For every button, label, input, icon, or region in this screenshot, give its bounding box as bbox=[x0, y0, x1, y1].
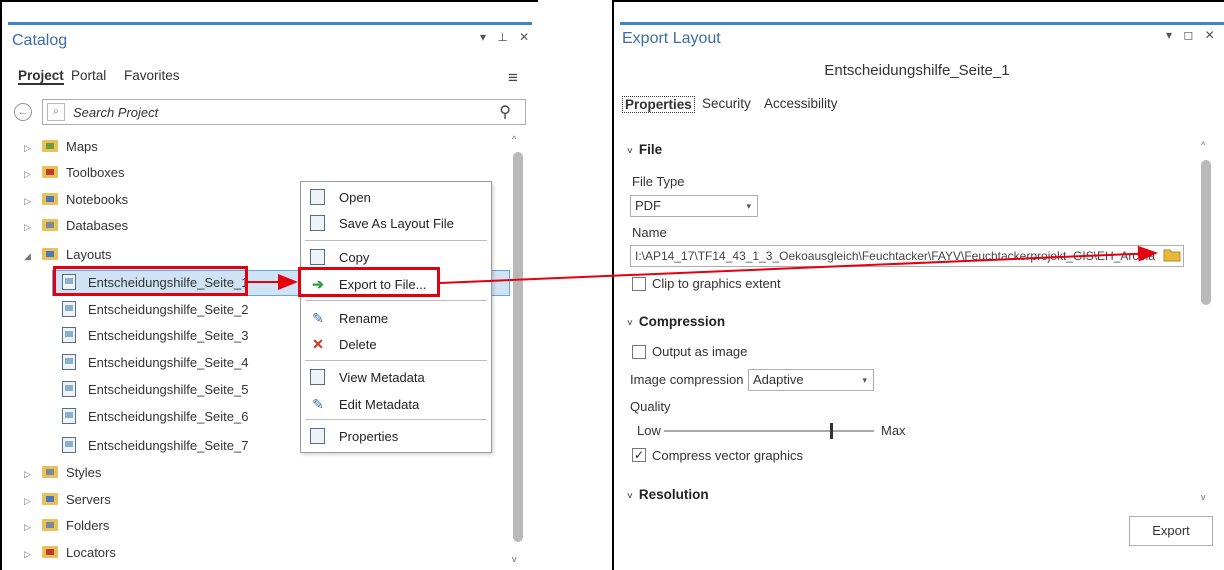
section-file[interactable]: ˅ File bbox=[627, 142, 662, 157]
recent-searches-icon[interactable]: ⌕ bbox=[47, 103, 65, 121]
quality-max-label: Max bbox=[881, 423, 906, 438]
context-menu: Open Save As Layout File Copy ➔ Export to… bbox=[300, 181, 492, 453]
layout-icon bbox=[62, 437, 76, 453]
quality-low-label: Low bbox=[637, 423, 661, 438]
quality-slider-thumb[interactable] bbox=[830, 423, 833, 439]
properties-icon bbox=[310, 428, 325, 444]
menu-item-view-metadata[interactable]: View Metadata bbox=[309, 366, 425, 390]
tab-security[interactable]: Security bbox=[702, 96, 751, 111]
clip-checkbox[interactable] bbox=[632, 277, 646, 291]
tree-item-layout-5[interactable]: Entscheidungshilfe_Seite_5 bbox=[62, 378, 248, 402]
folder-icon bbox=[42, 140, 58, 152]
quality-label: Quality bbox=[630, 399, 671, 414]
quality-slider[interactable] bbox=[664, 430, 874, 432]
search-icon[interactable]: ⚲ bbox=[499, 102, 511, 122]
tree-item-layout-6[interactable]: Entscheidungshilfe_Seite_6 bbox=[62, 405, 248, 429]
pane-accent-bar bbox=[8, 22, 532, 25]
export-button[interactable]: Export bbox=[1129, 516, 1213, 546]
layout-icon bbox=[62, 301, 76, 317]
tab-project[interactable]: Project bbox=[18, 68, 64, 85]
menu-item-properties[interactable]: Properties bbox=[309, 425, 398, 449]
back-arrow-icon[interactable]: ← bbox=[14, 103, 32, 121]
catalog-title: Catalog bbox=[12, 32, 68, 49]
menu-item-rename[interactable]: ✎ Rename bbox=[309, 306, 388, 330]
file-type-dropdown[interactable]: PDF ▾ bbox=[630, 195, 758, 217]
tree-item-styles[interactable]: ▷ Styles bbox=[24, 461, 101, 485]
metadata-icon bbox=[310, 369, 325, 385]
output-image-checkbox[interactable] bbox=[632, 345, 646, 359]
menu-item-edit-metadata[interactable]: ✎ Edit Metadata bbox=[309, 392, 419, 416]
tree-item-locators[interactable]: ▷ Locators bbox=[24, 541, 116, 565]
menu-item-open[interactable]: Open bbox=[309, 186, 371, 210]
output-image-label: Output as image bbox=[652, 344, 748, 359]
chevron-down-icon: ˅ bbox=[627, 318, 633, 329]
chevron-down-icon: ▾ bbox=[862, 375, 867, 385]
folder-icon bbox=[42, 166, 58, 178]
layout-icon bbox=[62, 354, 76, 370]
search-project-box[interactable]: ⌕ Search Project ⚲ bbox=[42, 99, 526, 125]
folder-icon bbox=[42, 546, 58, 558]
tree-item-layout-7[interactable]: Entscheidungshilfe_Seite_7 bbox=[62, 434, 248, 458]
section-compression[interactable]: ˅ Compression bbox=[627, 314, 725, 329]
tree-item-folders[interactable]: ▷ Folders bbox=[24, 514, 109, 538]
file-type-label: File Type bbox=[632, 174, 685, 189]
tree-item-layouts[interactable]: ◢ Layouts bbox=[24, 243, 112, 267]
tab-portal[interactable]: Portal bbox=[71, 68, 106, 83]
chevron-down-icon: ▾ bbox=[746, 201, 751, 211]
pencil-icon: ✎ bbox=[312, 310, 324, 326]
pane-accent-bar bbox=[620, 22, 1224, 25]
chevron-down-icon: ˅ bbox=[627, 491, 633, 502]
copy-icon bbox=[310, 249, 325, 265]
folder-icon bbox=[42, 519, 58, 531]
tree-item-layout-2[interactable]: Entscheidungshilfe_Seite_2 bbox=[62, 298, 248, 322]
highlight-layout-1 bbox=[53, 266, 248, 296]
tree-item-databases[interactable]: ▷ Databases bbox=[24, 214, 128, 238]
tree-item-notebooks[interactable]: ▷ Notebooks bbox=[24, 188, 128, 212]
layout-icon bbox=[62, 408, 76, 424]
layout-icon bbox=[62, 381, 76, 397]
folder-icon bbox=[42, 193, 58, 205]
hamburger-menu-icon[interactable]: ≡ bbox=[508, 68, 518, 88]
catalog-scroll-thumb[interactable] bbox=[513, 152, 523, 542]
menu-item-delete[interactable]: ✕ Delete bbox=[309, 332, 376, 356]
tree-item-toolboxes[interactable]: ▷ Toolboxes bbox=[24, 161, 125, 185]
layout-name-heading: Entscheidungshilfe_Seite_1 bbox=[824, 62, 1010, 79]
delete-x-icon: ✕ bbox=[312, 336, 324, 352]
compress-vector-checkbox[interactable]: ✓ bbox=[632, 448, 646, 462]
chevron-down-icon: ˅ bbox=[627, 146, 633, 157]
open-icon bbox=[310, 189, 325, 205]
menu-item-save-as-layout-file[interactable]: Save As Layout File bbox=[309, 212, 454, 236]
image-compression-label: Image compression bbox=[630, 372, 744, 387]
name-field[interactable]: I:\AP14_17\TF14_43_1_3_Oekoausgleich\Feu… bbox=[630, 245, 1184, 267]
compress-vector-label: Compress vector graphics bbox=[652, 448, 803, 463]
tree-item-layout-3[interactable]: Entscheidungshilfe_Seite_3 bbox=[62, 324, 248, 348]
highlight-export-to-file bbox=[298, 267, 440, 297]
folder-icon bbox=[42, 466, 58, 478]
search-input[interactable]: Search Project bbox=[73, 105, 158, 120]
pencil-icon: ✎ bbox=[312, 396, 324, 412]
folder-icon bbox=[42, 248, 58, 260]
export-window-controls[interactable]: ▾ ◻ ✕ bbox=[1166, 28, 1219, 42]
tree-item-servers[interactable]: ▷ Servers bbox=[24, 488, 111, 512]
name-label: Name bbox=[632, 225, 667, 240]
tree-item-maps[interactable]: ▷ Maps bbox=[24, 135, 98, 159]
tab-accessibility[interactable]: Accessibility bbox=[764, 96, 838, 111]
catalog-window-controls[interactable]: ▾ ⊥ ✕ bbox=[480, 30, 533, 44]
tree-item-layout-4[interactable]: Entscheidungshilfe_Seite_4 bbox=[62, 351, 248, 375]
browse-folder-icon[interactable] bbox=[1163, 247, 1181, 263]
layout-icon bbox=[62, 327, 76, 343]
image-compression-dropdown[interactable]: Adaptive ▾ bbox=[748, 369, 874, 391]
export-title: Export Layout bbox=[622, 30, 721, 47]
folder-icon bbox=[42, 219, 58, 231]
tab-favorites[interactable]: Favorites bbox=[124, 68, 180, 83]
folder-icon bbox=[42, 493, 58, 505]
section-resolution[interactable]: ˅ Resolution bbox=[627, 487, 709, 502]
clip-label: Clip to graphics extent bbox=[652, 276, 781, 291]
export-scroll-thumb[interactable] bbox=[1201, 160, 1211, 305]
save-icon bbox=[310, 215, 325, 231]
